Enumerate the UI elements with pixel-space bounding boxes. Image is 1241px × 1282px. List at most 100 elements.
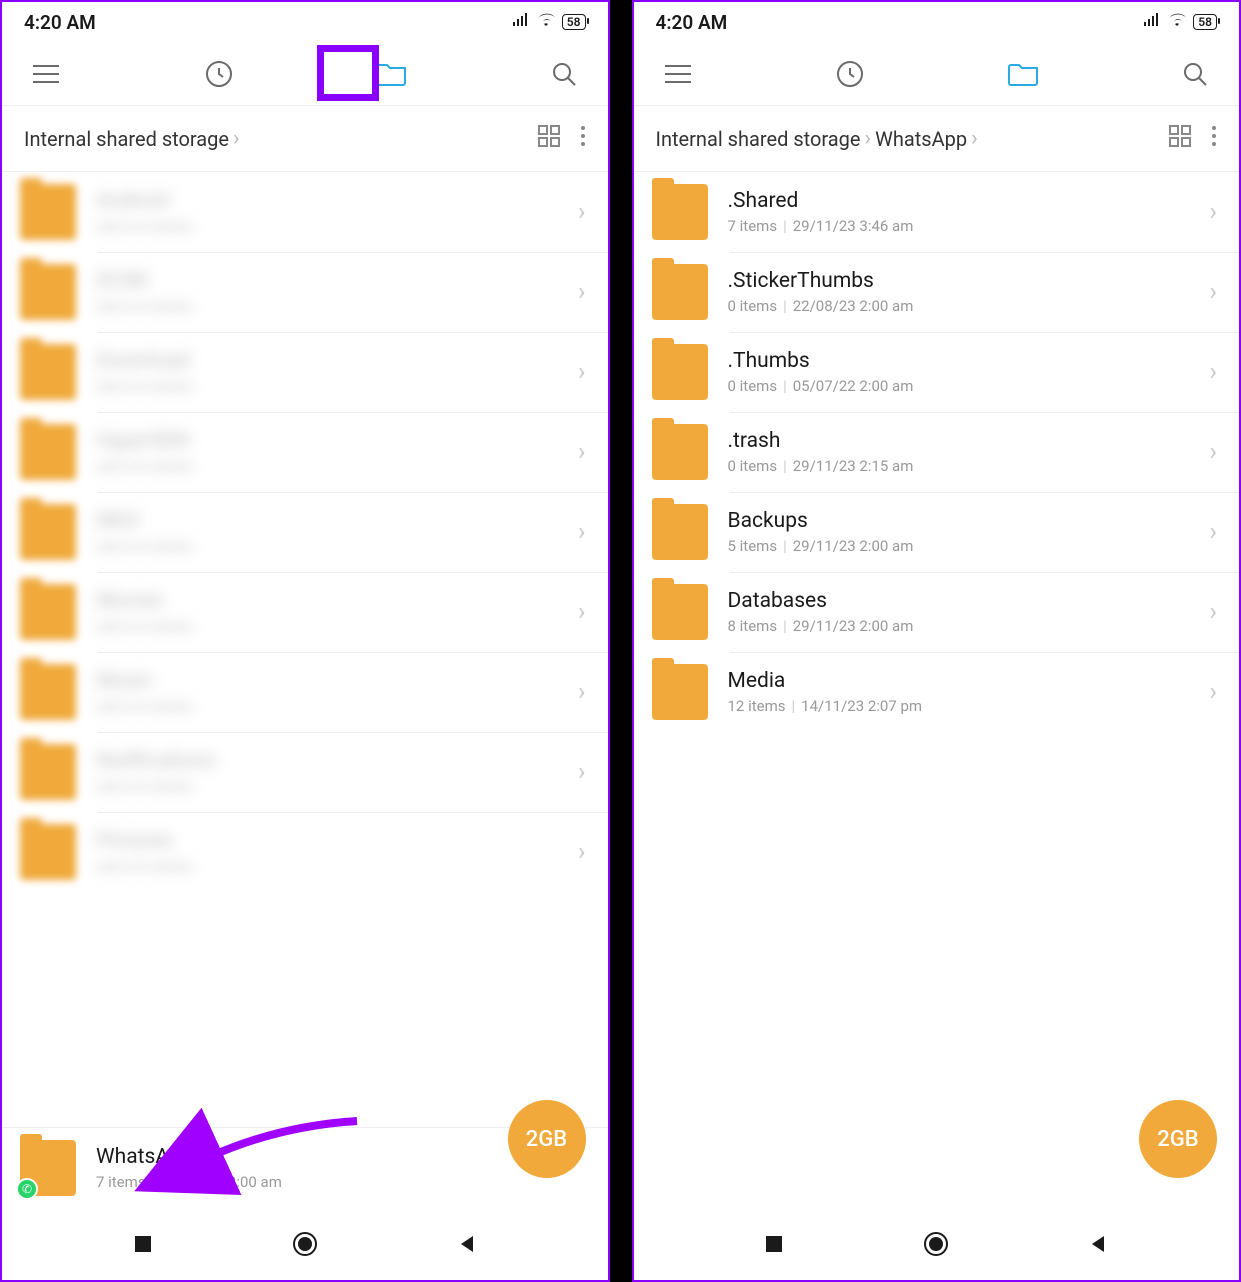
folder-icon — [20, 264, 76, 320]
whatsapp-badge-icon: ✆ — [16, 1178, 38, 1200]
grid-view-icon[interactable] — [538, 125, 560, 152]
list-item[interactable]: .StickerThumbs0 items|22/08/23 2:00 am› — [634, 252, 1240, 332]
folder-icon — [20, 744, 76, 800]
folder-name: Backups — [728, 509, 1210, 533]
chevron-right-icon: › — [1209, 197, 1217, 227]
folder-name: .Thumbs — [728, 349, 1210, 373]
breadcrumb-segment[interactable]: WhatsApp — [875, 127, 967, 151]
status-bar: 4:20 AM 58 — [634, 2, 1240, 42]
list-item[interactable]: .trash0 items|29/11/23 2:15 am› — [634, 412, 1240, 492]
grid-view-icon[interactable] — [1169, 125, 1191, 152]
breadcrumb[interactable]: Internal shared storage› — [2, 106, 608, 172]
chevron-right-icon: › — [233, 126, 240, 151]
home-key[interactable] — [292, 1231, 318, 1257]
browse-folder-icon[interactable] — [369, 52, 413, 96]
folder-icon — [20, 584, 76, 640]
folder-meta: 7 items|15/11/23 2:00 am — [96, 1173, 586, 1191]
chevron-right-icon: › — [865, 126, 872, 151]
folder-meta: 0 items|22/08/23 2:00 am — [728, 297, 1210, 315]
battery-icon: 58 — [1193, 14, 1217, 30]
back-key[interactable] — [454, 1231, 480, 1257]
list-item[interactable]: Downloadxxxx xx xxxxxx› — [2, 332, 608, 412]
list-item[interactable]: Androidxxxx xx xxxxxx› — [2, 172, 608, 252]
list-item[interactable]: Databases 8 items|29/11/23 2:00 am› — [634, 572, 1240, 652]
folder-icon — [652, 184, 708, 240]
folder-meta: 0 items|05/07/22 2:00 am — [728, 377, 1210, 395]
menu-icon[interactable] — [656, 52, 700, 96]
folder-meta: 8 items|29/11/23 2:00 am — [728, 617, 1210, 635]
signal-icon — [1143, 13, 1161, 31]
wifi-icon — [536, 13, 556, 31]
folder-icon — [20, 344, 76, 400]
chevron-right-icon: › — [578, 517, 586, 547]
breadcrumb[interactable]: Internal shared storage› WhatsApp› — [634, 106, 1240, 172]
recent-icon[interactable] — [828, 52, 872, 96]
storage-fab[interactable]: 2GB — [1139, 1100, 1217, 1178]
chevron-right-icon: › — [1209, 357, 1217, 387]
clock: 4:20 AM — [656, 11, 728, 34]
folder-name: Databases — [728, 589, 1210, 613]
system-nav-bar — [634, 1208, 1240, 1280]
folder-icon — [652, 344, 708, 400]
file-list[interactable]: Androidxxxx xx xxxxxx› DCIMxxxx xx xxxxx… — [2, 172, 608, 1127]
folder-name: .Shared — [728, 189, 1210, 213]
chevron-right-icon: › — [578, 357, 586, 387]
chevron-right-icon: › — [1209, 597, 1217, 627]
folder-icon: ✆ — [20, 1140, 76, 1196]
list-item[interactable]: Media12 items|14/11/23 2:07 pm› — [634, 652, 1240, 732]
folder-icon — [652, 584, 708, 640]
folder-icon — [652, 264, 708, 320]
list-item[interactable]: MIUIxxxx xx xxxxxx› — [2, 492, 608, 572]
chevron-right-icon: › — [971, 126, 978, 151]
list-item[interactable]: Picturesxxxx xx xxxxxx› — [2, 812, 608, 892]
menu-icon[interactable] — [24, 52, 68, 96]
storage-fab[interactable]: 2GB — [508, 1100, 586, 1178]
search-icon[interactable] — [1173, 52, 1217, 96]
chevron-right-icon: › — [1209, 677, 1217, 707]
phone-left: 4:20 AM 58 Internal shared storage — [0, 0, 610, 1282]
list-item[interactable]: .Thumbs 0 items|05/07/22 2:00 am› — [634, 332, 1240, 412]
breadcrumb-segment[interactable]: Internal shared storage — [656, 127, 861, 151]
list-item[interactable]: .Shared 7 items|29/11/23 3:46 am› — [634, 172, 1240, 252]
chevron-right-icon: › — [578, 277, 586, 307]
folder-icon — [20, 824, 76, 880]
chevron-right-icon: › — [578, 837, 586, 867]
folder-icon — [20, 504, 76, 560]
list-item[interactable]: HyperSDKxxxx xx xxxxxx› — [2, 412, 608, 492]
chevron-right-icon: › — [578, 197, 586, 227]
folder-icon — [652, 664, 708, 720]
browse-folder-icon[interactable] — [1001, 52, 1045, 96]
recents-key[interactable] — [761, 1231, 787, 1257]
signal-icon — [512, 13, 530, 31]
recent-icon[interactable] — [197, 52, 241, 96]
chevron-right-icon: › — [578, 677, 586, 707]
more-icon[interactable] — [1211, 125, 1217, 152]
chevron-right-icon: › — [1209, 517, 1217, 547]
folder-icon — [20, 184, 76, 240]
breadcrumb-segment[interactable]: Internal shared storage — [24, 127, 229, 151]
folder-meta: 7 items|29/11/23 3:46 am — [728, 217, 1210, 235]
more-icon[interactable] — [580, 125, 586, 152]
list-item[interactable]: Musicxxxx xx xxxxxx› — [2, 652, 608, 732]
file-list[interactable]: .Shared7 items|29/11/23 3:46 am›.Sticker… — [634, 172, 1240, 1208]
list-item[interactable]: Backups 5 items|29/11/23 2:00 am› — [634, 492, 1240, 572]
clock: 4:20 AM — [24, 11, 96, 34]
chevron-right-icon: › — [578, 597, 586, 627]
folder-meta: 12 items|14/11/23 2:07 pm — [728, 697, 1210, 715]
list-item[interactable]: Moviesxxxx xx xxxxxx› — [2, 572, 608, 652]
recents-key[interactable] — [130, 1231, 156, 1257]
folder-meta: 5 items|29/11/23 2:00 am — [728, 537, 1210, 555]
folder-icon — [20, 424, 76, 480]
toolbar — [634, 42, 1240, 106]
chevron-right-icon: › — [578, 437, 586, 467]
list-item[interactable]: DCIMxxxx xx xxxxxx› — [2, 252, 608, 332]
list-item[interactable]: Notificationsxxxx xx xxxxxx› — [2, 732, 608, 812]
status-bar: 4:20 AM 58 — [2, 2, 608, 42]
chevron-right-icon: › — [578, 757, 586, 787]
chevron-right-icon: › — [1209, 277, 1217, 307]
back-key[interactable] — [1085, 1231, 1111, 1257]
folder-meta: 0 items|29/11/23 2:15 am — [728, 457, 1210, 475]
home-key[interactable] — [923, 1231, 949, 1257]
system-nav-bar — [2, 1208, 608, 1280]
search-icon[interactable] — [542, 52, 586, 96]
